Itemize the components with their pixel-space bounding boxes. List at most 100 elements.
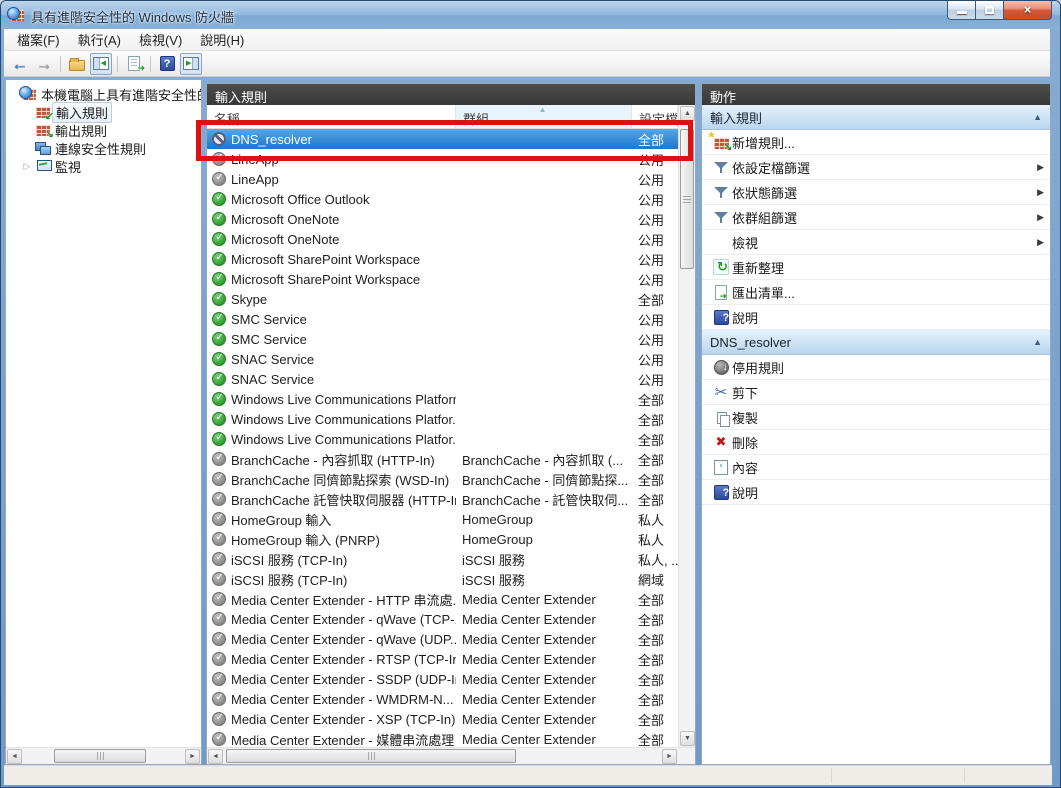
menu-item[interactable]: 執行(A)	[69, 28, 130, 51]
scroll-up-icon[interactable]: ▲	[680, 106, 695, 121]
scroll-left-icon[interactable]: ◄	[208, 749, 223, 764]
title-bar[interactable]: 具有進階安全性的 Windows 防火牆 ×	[1, 1, 1060, 29]
rule-row[interactable]: Windows Live Communications Platfor... 全…	[207, 409, 678, 429]
action-item[interactable]: 說明 ▶	[702, 305, 1050, 330]
rule-row[interactable]: SMC Service 公用	[207, 309, 678, 329]
close-button[interactable]: ×	[1004, 1, 1052, 20]
tree-root-node[interactable]: 本機電腦上具有進階安全性的 Windows 防火牆	[6, 85, 201, 103]
action-item[interactable]: 新增規則... ▶	[702, 130, 1050, 155]
tree-node[interactable]: 輸出規則	[6, 121, 201, 139]
back-button[interactable]: ←	[9, 53, 31, 75]
rule-row[interactable]: Media Center Extender - WMDRM-N... Media…	[207, 689, 678, 709]
rule-row[interactable]: Windows Live Communications Platform 全部	[207, 389, 678, 409]
rule-row[interactable]: Microsoft SharePoint Workspace 公用	[207, 249, 678, 269]
export-icon	[715, 285, 727, 300]
rule-row[interactable]: Microsoft Office Outlook 公用	[207, 189, 678, 209]
help-button[interactable]	[156, 53, 178, 75]
action-item[interactable]: 匯出清單... ▶	[702, 280, 1050, 305]
rule-profile: 全部	[632, 470, 678, 489]
rule-state-icon	[212, 672, 226, 686]
rule-row[interactable]: Media Center Extender - SSDP (UDP-In) Me…	[207, 669, 678, 689]
action-item[interactable]: 複製 ▶	[702, 405, 1050, 430]
list-horizontal-scrollbar[interactable]: ◄ ►	[207, 747, 695, 764]
rule-state-icon	[212, 552, 226, 566]
action-item[interactable]: 說明 ▶	[702, 480, 1050, 505]
rule-state-icon	[212, 292, 226, 306]
disable-rule-icon	[714, 360, 729, 375]
rule-row[interactable]: SMC Service 公用	[207, 329, 678, 349]
open-folder-button[interactable]	[66, 53, 88, 75]
rule-row[interactable]: Windows Live Communications Platfor... 全…	[207, 429, 678, 449]
scrollbar-thumb[interactable]	[54, 749, 146, 763]
connection-security-icon	[35, 142, 51, 155]
menu-item[interactable]: 檢視(V)	[130, 28, 191, 51]
rule-row[interactable]: HomeGroup 輸入 HomeGroup 私人	[207, 509, 678, 529]
action-label: 依群組篩選	[732, 208, 797, 227]
rule-profile: 全部	[632, 290, 678, 309]
action-item[interactable]: 內容 ▶	[702, 455, 1050, 480]
scroll-right-icon[interactable]: ►	[662, 749, 677, 764]
scrollbar-thumb[interactable]	[680, 129, 694, 269]
column-header-profile[interactable]: 設定檔	[632, 105, 678, 128]
rule-row[interactable]: Media Center Extender - qWave (TCP-... M…	[207, 609, 678, 629]
scroll-down-icon[interactable]: ▼	[680, 731, 695, 746]
rule-row[interactable]: BranchCache 同儕節點探索 (WSD-In) BranchCache …	[207, 469, 678, 489]
filter-icon	[714, 186, 728, 199]
forward-icon: →	[36, 55, 53, 73]
tree-horizontal-scrollbar[interactable]: ◄ ►	[6, 747, 201, 764]
action-item[interactable]: 剪下 ▶	[702, 380, 1050, 405]
show-action-pane-icon	[183, 57, 199, 70]
action-item[interactable]: 刪除 ▶	[702, 430, 1050, 455]
rule-row[interactable]: BranchCache 託管快取伺服器 (HTTP-In) BranchCach…	[207, 489, 678, 509]
rule-state-icon	[212, 572, 226, 586]
rule-row[interactable]: LineApp 公用	[207, 149, 678, 169]
menu-item[interactable]: 檔案(F)	[8, 28, 69, 51]
restore-button[interactable]	[976, 1, 1004, 20]
show-console-tree-button[interactable]	[90, 53, 112, 75]
tree-node[interactable]: ▷ 監視	[6, 157, 201, 175]
rule-name: Media Center Extender - HTTP 串流處...	[231, 590, 456, 609]
scrollbar-thumb[interactable]	[226, 749, 516, 763]
minimize-button[interactable]	[947, 1, 976, 20]
rule-row[interactable]: HomeGroup 輸入 (PNRP) HomeGroup 私人	[207, 529, 678, 549]
tree-node[interactable]: 輸入規則	[6, 103, 201, 121]
rule-row[interactable]: Microsoft SharePoint Workspace 公用	[207, 269, 678, 289]
rule-name: Media Center Extender - qWave (UDP...	[231, 632, 456, 647]
action-item[interactable]: 檢視 ▶	[702, 230, 1050, 255]
rule-row[interactable]: LineApp 公用	[207, 169, 678, 189]
action-item[interactable]: 依設定檔篩選 ▶	[702, 155, 1050, 180]
export-list-button[interactable]	[123, 53, 145, 75]
rule-row[interactable]: Media Center Extender - qWave (UDP... Me…	[207, 629, 678, 649]
action-section-dns-resolver[interactable]: DNS_resolver ▲	[702, 330, 1050, 355]
rule-row[interactable]: Skype 全部	[207, 289, 678, 309]
rule-row[interactable]: Media Center Extender - 媒體串流處理 Media Cen…	[207, 729, 678, 747]
rule-row[interactable]: DNS_resolver 全部	[207, 129, 678, 149]
rule-row[interactable]: Microsoft OneNote 公用	[207, 209, 678, 229]
action-item[interactable]: 停用規則 ▶	[702, 355, 1050, 380]
list-vertical-scrollbar[interactable]: ▲ ▼	[678, 105, 695, 747]
forward-button[interactable]: →	[33, 53, 55, 75]
column-header-group[interactable]: ▲ 群組	[456, 105, 632, 128]
action-item[interactable]: 依狀態篩選 ▶	[702, 180, 1050, 205]
show-action-pane-button[interactable]	[180, 53, 202, 75]
scroll-right-icon[interactable]: ►	[185, 749, 200, 764]
scroll-left-icon[interactable]: ◄	[7, 749, 22, 764]
rule-row[interactable]: Media Center Extender - HTTP 串流處... Medi…	[207, 589, 678, 609]
rule-row[interactable]: SNAC Service 公用	[207, 369, 678, 389]
action-section-inbound-rules[interactable]: 輸入規則 ▲	[702, 105, 1050, 130]
rule-row[interactable]: iSCSI 服務 (TCP-In) iSCSI 服務 網域	[207, 569, 678, 589]
rule-profile: 全部	[632, 610, 678, 629]
help-icon	[714, 485, 729, 500]
action-item[interactable]: 重新整理 ▶	[702, 255, 1050, 280]
action-item[interactable]: 依群組篩選 ▶	[702, 205, 1050, 230]
menu-item[interactable]: 說明(H)	[191, 28, 253, 51]
rule-row[interactable]: Microsoft OneNote 公用	[207, 229, 678, 249]
rule-row[interactable]: Media Center Extender - RTSP (TCP-In) Me…	[207, 649, 678, 669]
tree-node[interactable]: 連線安全性規則	[6, 139, 201, 157]
rule-row[interactable]: iSCSI 服務 (TCP-In) iSCSI 服務 私人, ...	[207, 549, 678, 569]
rule-row[interactable]: BranchCache - 內容抓取 (HTTP-In) BranchCache…	[207, 449, 678, 469]
rule-row[interactable]: SNAC Service 公用	[207, 349, 678, 369]
rule-row[interactable]: Media Center Extender - XSP (TCP-In) Med…	[207, 709, 678, 729]
column-header-name[interactable]: 名稱	[207, 105, 456, 128]
action-label: 重新整理	[732, 258, 784, 277]
